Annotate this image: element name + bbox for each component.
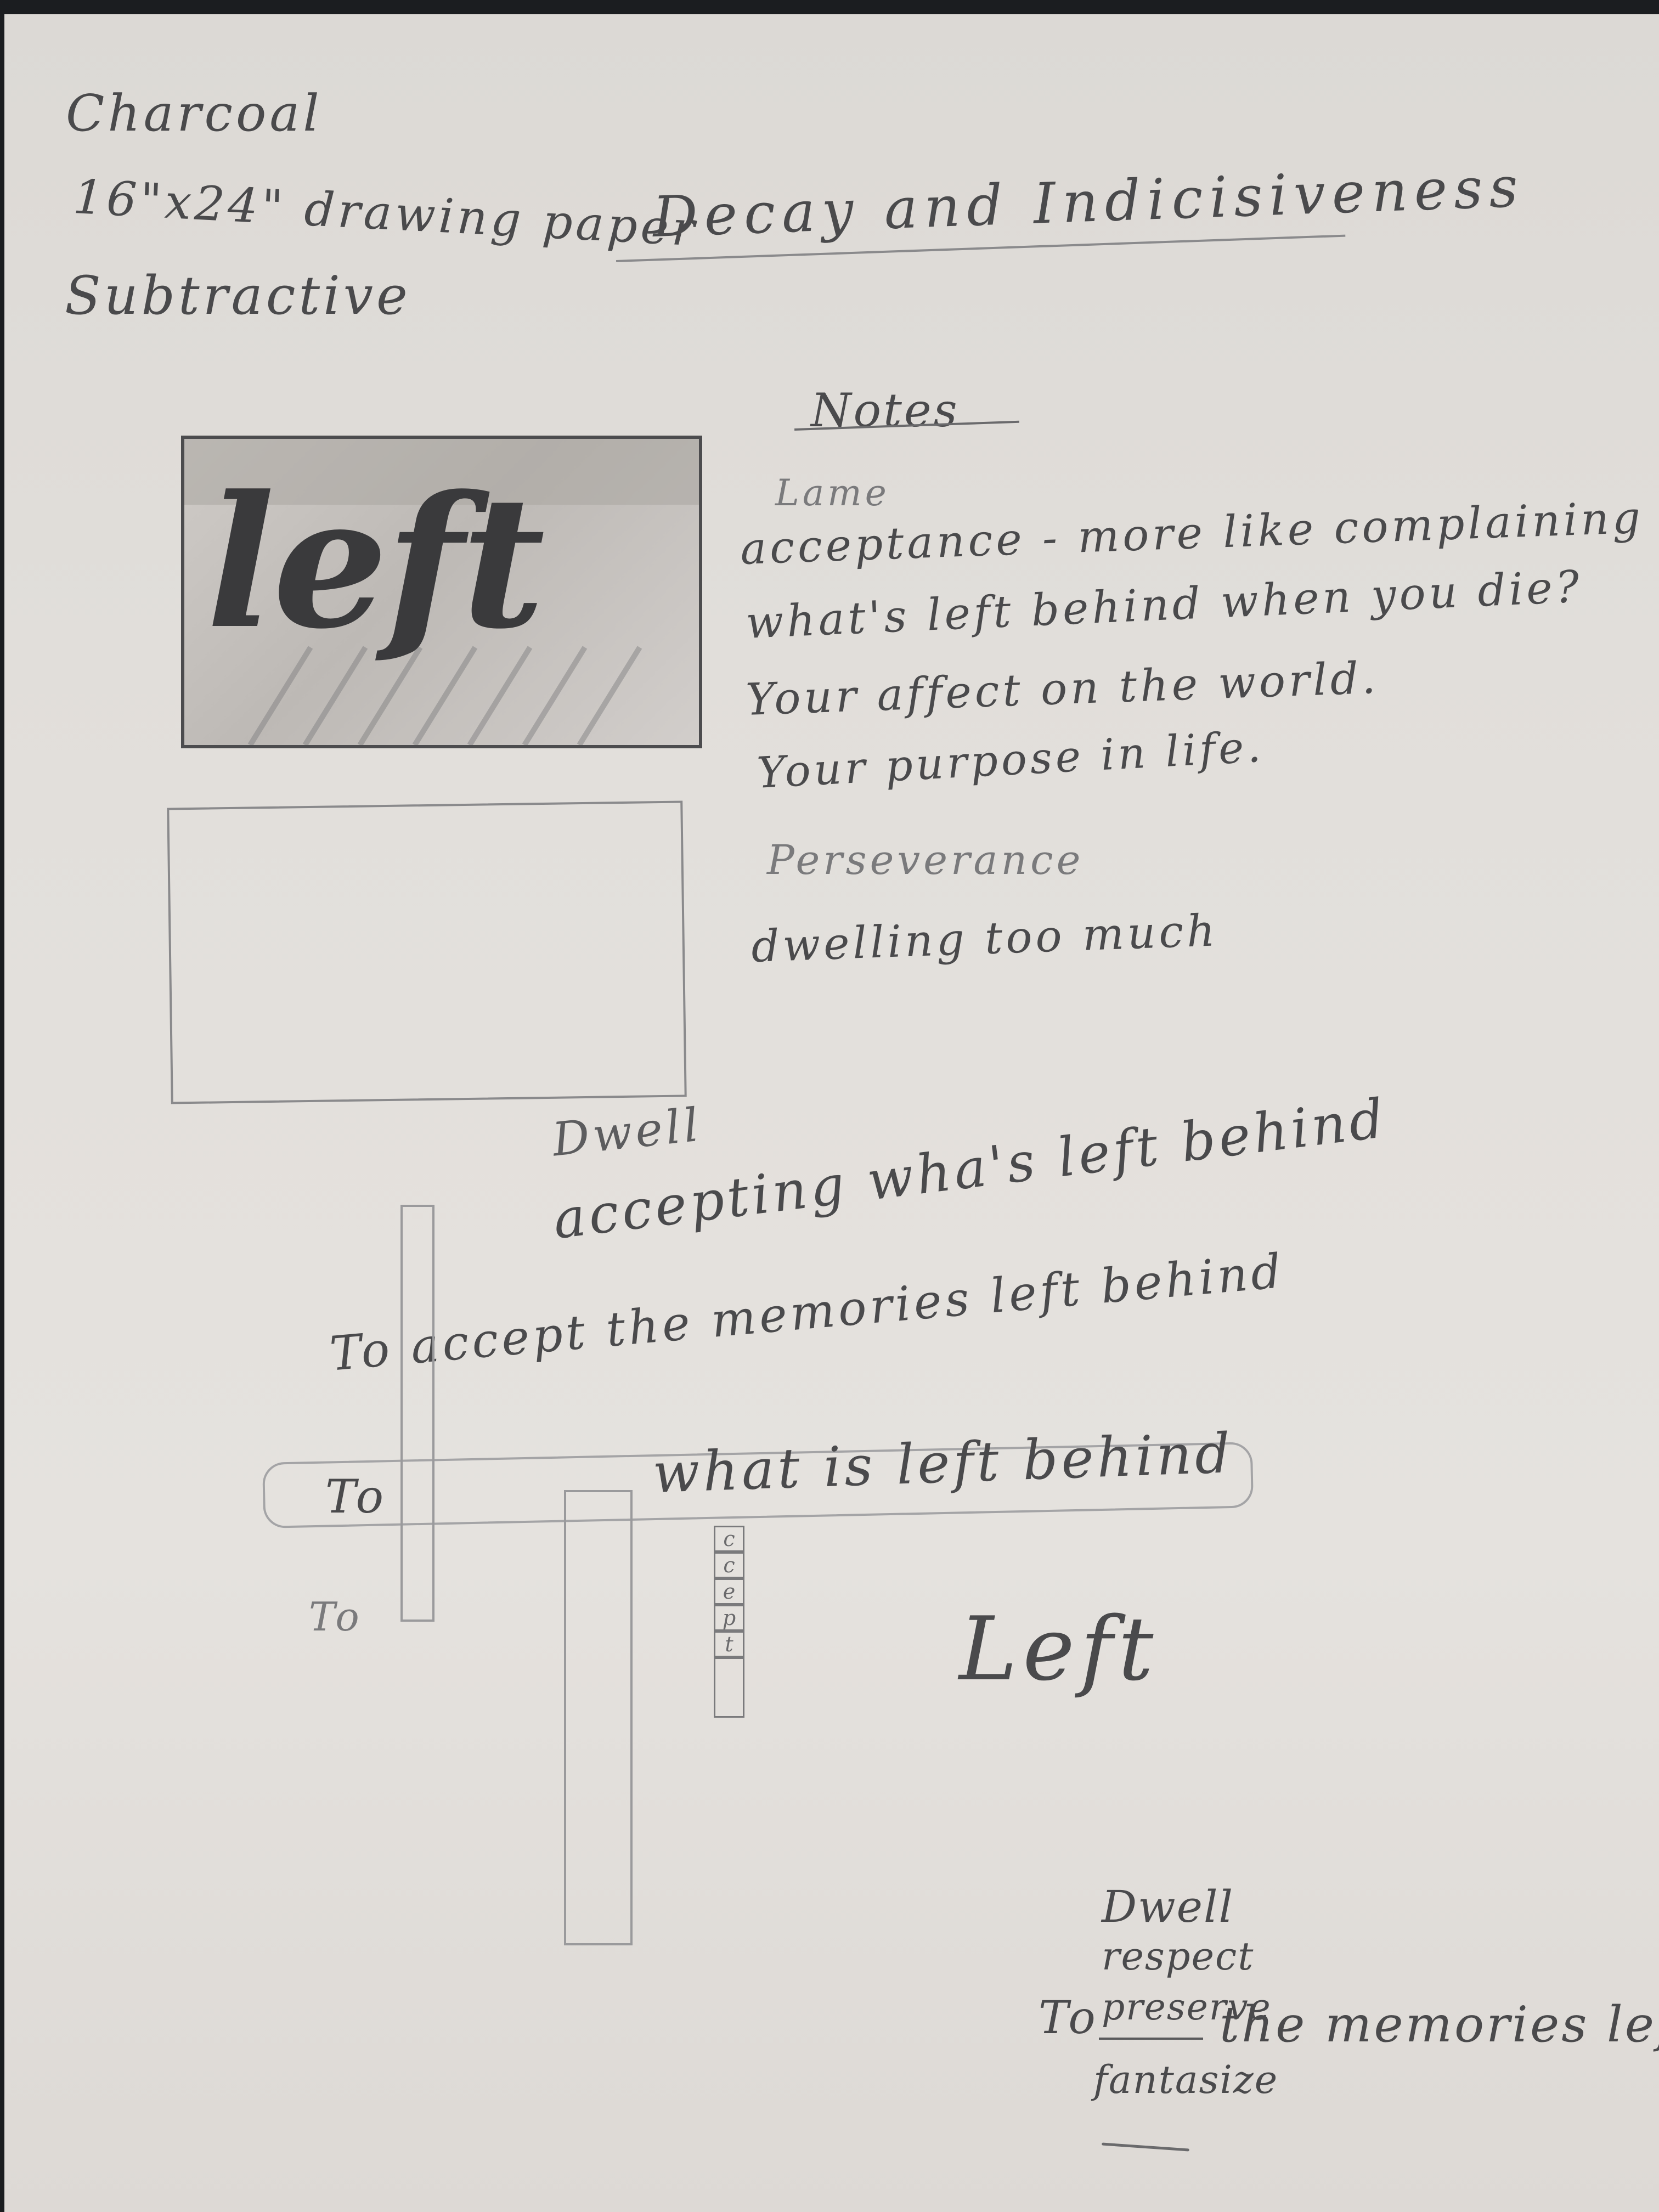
verb-item: Dwell: [1102, 1881, 1234, 1932]
word-dwell: Dwell: [550, 1097, 704, 1167]
word-left: Left: [959, 1598, 1159, 1700]
sketchbook-page: Charcoal 16"x24" drawing paper Subtracti…: [4, 14, 1659, 2212]
note-line: dwelling too much: [750, 905, 1220, 972]
verb-item: respect: [1102, 1934, 1255, 1979]
verb-underline: [1099, 2038, 1203, 2040]
vertical-strip-long: [564, 1490, 633, 1945]
letter-cell: t: [714, 1631, 744, 1657]
letter-cell: [714, 1657, 744, 1718]
phrase-to-accept: To accept the memories left behind: [328, 1243, 1287, 1382]
letter-cell: c: [714, 1526, 744, 1552]
thumbnail-sketch: left: [181, 436, 702, 748]
note-line: Perseverance: [767, 837, 1084, 884]
to-label-3: To: [1039, 1992, 1099, 2044]
phrase-memories-tail: the memories left beh: [1220, 1996, 1659, 2053]
empty-thumbnail-frame: [167, 800, 687, 1104]
squiggle-mark: [1102, 2142, 1189, 2152]
note-line: Lame: [775, 472, 890, 514]
material-method: Subtractive: [65, 265, 411, 326]
to-label-1: To: [325, 1470, 387, 1523]
material-medium: Charcoal: [66, 84, 323, 143]
verb-item: fantasize: [1093, 2057, 1279, 2102]
material-paper: 16"x24" drawing paper: [72, 170, 699, 257]
letter-cell: c: [714, 1552, 744, 1578]
note-line: what's left behind when you die?: [744, 561, 1584, 648]
vertical-strip-left: [400, 1205, 435, 1622]
note-line: Your purpose in life.: [755, 722, 1266, 798]
to-label-2: To: [309, 1594, 363, 1640]
note-line: Your affect on the world.: [744, 652, 1380, 725]
thumbnail-word: left: [206, 456, 545, 669]
letter-cell: e: [714, 1578, 744, 1605]
page-title: Decay and Indicisiveness: [651, 154, 1526, 250]
letter-cell: p: [714, 1605, 744, 1631]
